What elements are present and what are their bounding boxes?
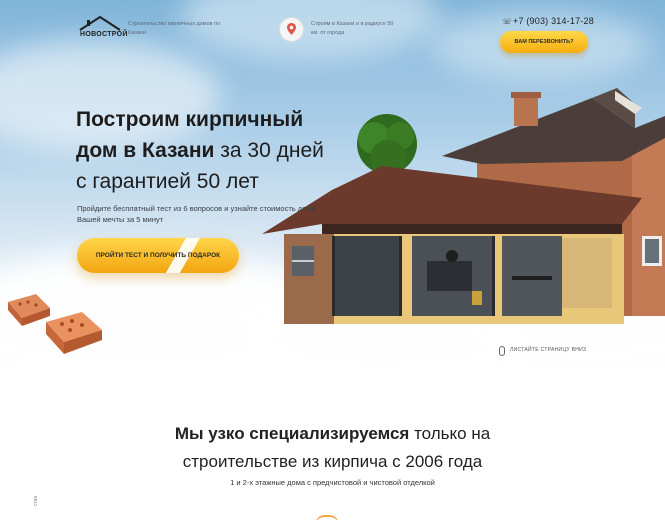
logo-icon <box>79 15 121 31</box>
section-subtitle: 1 и 2-х этажные дома с предчистовой и чи… <box>230 478 435 487</box>
decorative-arc <box>315 515 339 520</box>
phone-number[interactable]: +7 (903) 314-17-28 <box>513 16 594 26</box>
brick-image <box>46 312 102 354</box>
side-vertical-text: ства <box>33 495 39 506</box>
phone-icon: ☏ <box>502 17 513 26</box>
logo-text: НОВОСТРОЙ <box>80 31 128 38</box>
start-quiz-button[interactable]: ПРОЙТИ ТЕСТ И ПОЛУЧИТЬ ПОДАРОК <box>77 238 239 273</box>
location-text: Строим в Казани и в радиусе 50 км. от го… <box>311 21 394 36</box>
scroll-hint: ЛИСТАЙТЕ СТРАНИЦУ ВНИЗ <box>510 347 587 353</box>
callback-button[interactable]: ВАМ ПЕРЕЗВОНИТЬ? <box>500 31 588 53</box>
hero-subtext: Пройдите бесплатный тест из 6 вопросов и… <box>77 204 316 224</box>
map-pin-icon <box>280 18 303 41</box>
mouse-scroll-icon <box>499 346 505 356</box>
section-title: Мы узко специализируемся только на <box>174 424 491 443</box>
section-title-line2: строительстве из кирпича с 2006 года <box>182 452 483 471</box>
hero-headline: Построим кирпичный дом в Казани за 30 дн… <box>76 108 324 193</box>
tagline: Строительство кирпичных домов по Казани <box>128 21 221 36</box>
hero-section: НОВОСТРОЙ Строительство кирпичных домов … <box>0 0 665 372</box>
